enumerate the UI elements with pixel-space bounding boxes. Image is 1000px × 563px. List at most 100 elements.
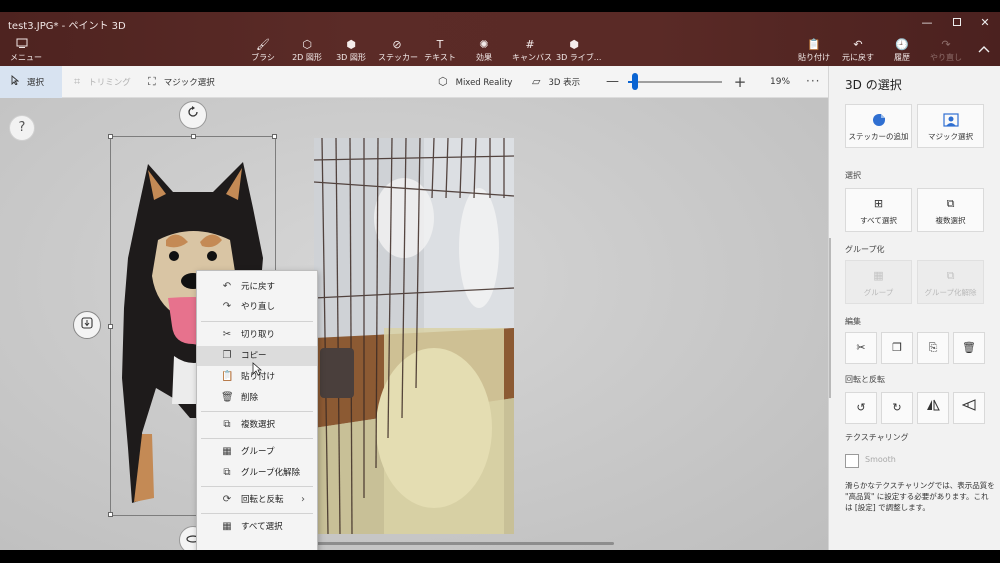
tool-3d-library[interactable]: ⬢ 3D ライブ... [556,38,601,64]
minimize-button[interactable]: — [914,15,940,31]
add-sticker-button[interactable]: ステッカーの追加 [845,104,912,148]
panel-title: 3D の選択 [845,78,902,92]
depth-handle[interactable] [73,311,101,339]
2d-shapes-icon: ⬡ [302,38,312,51]
tool-effects[interactable]: ✺ 効果 [470,38,498,64]
menu-button[interactable]: メニュー [10,38,42,64]
zoom-in-button[interactable]: + [733,66,747,98]
menu-separator [201,486,313,487]
tool-label: 貼り付け [798,53,830,62]
zoom-slider[interactable] [628,81,722,83]
window-title: test3.JPG* - ペイント 3D [8,21,126,32]
magic-select-label: マジック選択 [163,78,215,88]
magic-select-icon: ⛶ [148,75,156,88]
ungroup-button[interactable]: ⧉ グループ化解除 [917,260,984,304]
paste-button[interactable]: ⎘ [917,332,949,364]
menu-item-rotate-flip[interactable]: ⟳ 回転と反転 › [197,490,317,510]
zoom-slider-thumb[interactable] [632,73,638,90]
view-3d-toggle[interactable]: ▱ 3D 表示 [532,66,580,98]
rotate-right-button[interactable]: ↻ [881,392,913,424]
flip-vertical-button[interactable] [953,392,985,424]
tool-label: キャンバス [512,53,552,62]
view-3d-label: 3D 表示 [548,78,581,88]
resize-handle-w[interactable] [108,324,113,329]
mouse-pointer-icon [252,362,262,376]
menu-item-select-all[interactable]: ▦ すべて選択 [197,517,317,537]
paste-icon: ⎘ [928,341,938,354]
cut-button[interactable]: ✂ [845,332,877,364]
flip-vertical-icon [961,399,976,411]
menu-separator [201,513,313,514]
multi-select-label: 複数選択 [935,216,966,225]
redo-icon: ↷ [222,301,232,312]
rotate-right-icon: ↻ [892,401,902,414]
resize-handle-nw[interactable] [108,134,113,139]
smooth-label: Smooth [865,455,896,464]
canvas-icon: # [525,38,535,51]
select-all-button[interactable]: ⊞ すべて選択 [845,188,912,232]
menu-item-label: 回転と反転 [241,495,284,505]
mixed-reality-button[interactable]: ⬡ Mixed Reality [438,66,512,98]
undo-button[interactable]: ↶ 元に戻す [842,38,874,64]
help-button[interactable]: ? [9,115,35,141]
cage-photo-image[interactable] [314,138,514,534]
history-button[interactable]: 🕘 履歴 [890,38,914,64]
more-options-button[interactable]: ··· [806,66,820,98]
zoom-percent: 19% [770,77,791,87]
menu-item-cut[interactable]: ✂ 切り取り [197,325,317,345]
crop-tool[interactable]: ⌗ トリミング [74,66,131,98]
smooth-checkbox[interactable] [845,454,859,468]
menu-item-redo[interactable]: ↷ やり直し [197,297,317,317]
tool-stickers[interactable]: ⊘ ステッカー [378,38,418,64]
select-all-label: すべて選択 [860,216,897,225]
menu-item-multi-select[interactable]: ⧉ 複数選択 [197,415,317,435]
menu-item-label: 複数選択 [241,420,276,430]
zoom-out-button[interactable]: — [606,66,619,98]
menu-item-ungroup[interactable]: ⧉ グループ化解除 [197,463,317,483]
flip-horizontal-button[interactable] [917,392,949,424]
text-icon: T [436,38,444,51]
rotate-left-button[interactable]: ↺ [845,392,877,424]
section-rotate-heading: 回転と反転 [845,375,885,384]
menu-item-delete[interactable]: 🗑 削除 [197,388,317,408]
depth-icon [81,317,93,329]
group-button[interactable]: ▦ グループ [845,260,912,304]
tool-brushes[interactable]: 🖌 ブラシ [248,38,278,64]
copy-icon: ❐ [892,341,902,354]
cut-icon: ✂ [856,341,866,354]
tool-canvas[interactable]: # キャンバス [512,38,552,64]
resize-handle-sw[interactable] [108,512,113,517]
select-all-icon: ⊞ [873,197,884,210]
chevron-up-icon [978,46,990,53]
select-tool[interactable]: 選択 [0,66,62,98]
menu-label: メニュー [10,53,42,62]
rotate-z-handle[interactable] [179,101,207,129]
tool-3d-shapes[interactable]: ⬢ 3D 図形 [334,38,368,64]
magic-select-tool[interactable]: ⛶ マジック選択 [148,66,215,98]
menu-item-label: グループ化解除 [241,468,300,478]
panel-scrollbar[interactable] [829,238,831,398]
close-button[interactable]: ✕ [972,15,998,31]
rotate-left-icon: ↺ [856,401,866,414]
context-menu: ↶ 元に戻す ↷ やり直し ✂ 切り取り ❐ コピー 📋 貼り付け 🗑 削除 ⧉… [196,270,318,550]
flip-horizontal-icon [927,399,940,411]
redo-button[interactable]: ↷ やり直し [930,38,962,64]
magic-select-icon [918,113,983,127]
tool-2d-shapes[interactable]: ⬡ 2D 図形 [290,38,324,64]
magic-select-button[interactable]: マジック選択 [917,104,984,148]
resize-handle-n[interactable] [191,134,196,139]
ungroup-icon: ⧉ [946,269,955,282]
maximize-button[interactable] [944,15,970,31]
select-all-icon: ▦ [222,521,232,532]
copy-button[interactable]: ❐ [881,332,913,364]
resize-handle-ne[interactable] [272,134,277,139]
paste-button[interactable]: 📋 貼り付け [798,38,830,64]
tool-text[interactable]: T テキスト [424,38,456,64]
menu-item-group[interactable]: ▦ グループ [197,442,317,462]
tool-label: テキスト [424,53,456,62]
collapse-ribbon-button[interactable] [975,42,993,58]
delete-button[interactable]: 🗑 [953,332,985,364]
multi-select-button[interactable]: ⧉ 複数選択 [917,188,984,232]
canvas[interactable]: ? [0,98,828,550]
menu-item-undo[interactable]: ↶ 元に戻す [197,277,317,297]
